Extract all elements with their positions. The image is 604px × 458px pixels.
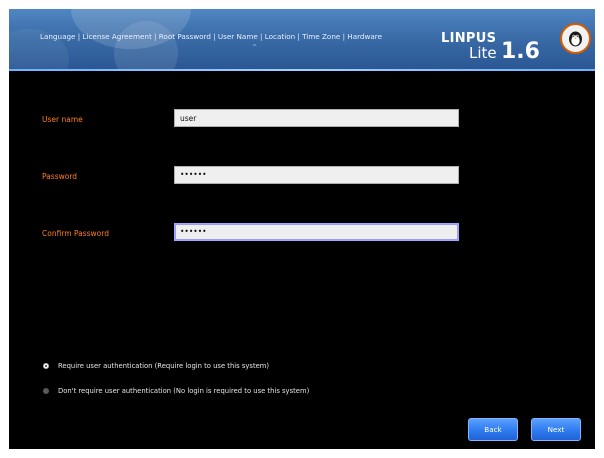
header-divider xyxy=(9,69,595,71)
back-button[interactable]: Back xyxy=(468,418,518,441)
next-button[interactable]: Next xyxy=(531,418,581,441)
no-auth-radio[interactable] xyxy=(43,388,49,394)
require-auth-label: Require user authentication (Require log… xyxy=(58,362,270,370)
linpus-mascot-logo xyxy=(560,23,591,54)
logo-version: 1.6 xyxy=(501,39,540,64)
username-label: User name xyxy=(42,115,83,124)
require-auth-radio[interactable] xyxy=(43,363,49,369)
no-auth-label: Don't require user authentication (No lo… xyxy=(58,387,310,395)
logo-lite-text: Lite xyxy=(469,44,497,62)
password-label: Password xyxy=(42,172,78,181)
password-input[interactable]: •••••• xyxy=(174,166,459,184)
installer-window: Language | License Agreement | Root Pass… xyxy=(9,9,595,449)
confirm-password-input[interactable]: •••••• xyxy=(174,223,459,241)
step-breadcrumb: Language | License Agreement | Root Pass… xyxy=(40,32,383,41)
penguin-icon xyxy=(569,31,582,47)
username-input[interactable] xyxy=(174,109,459,127)
header-banner: Language | License Agreement | Root Pass… xyxy=(9,9,595,71)
confirm-password-label: Confirm Password xyxy=(42,229,109,238)
current-step-caret-icon: ^ xyxy=(252,44,258,51)
